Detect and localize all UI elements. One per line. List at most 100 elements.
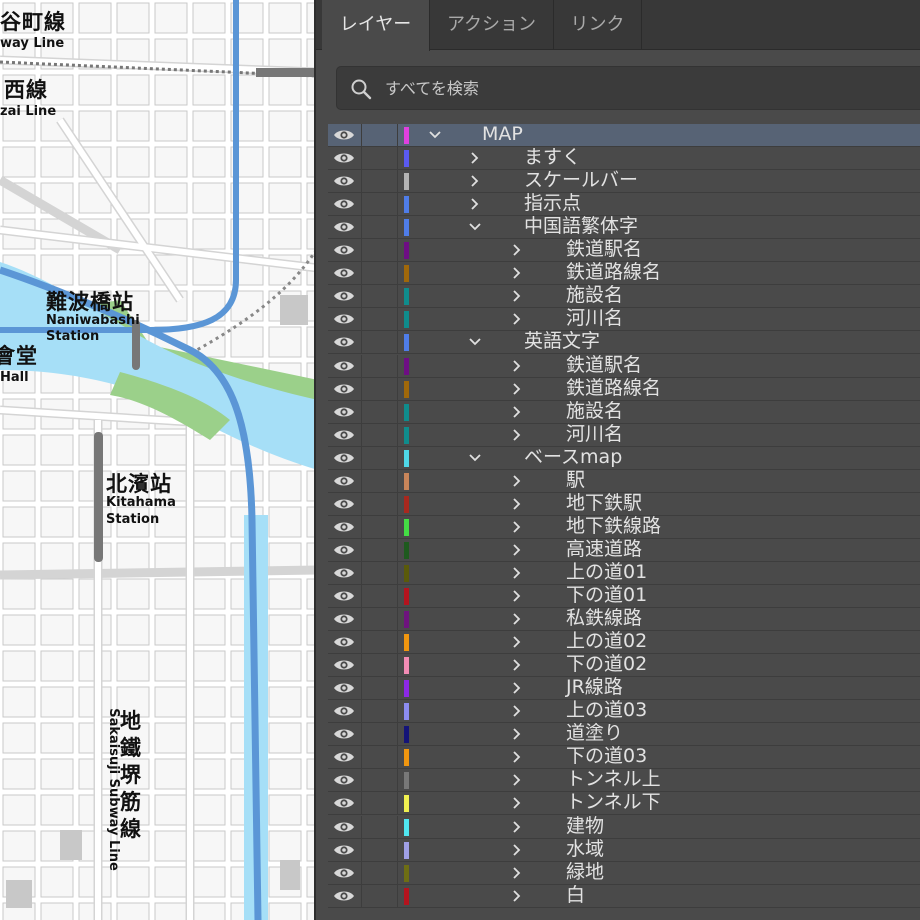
layer-row[interactable]: ますく [328,146,920,171]
lock-toggle[interactable] [362,400,398,423]
visibility-toggle[interactable] [328,654,362,677]
chevron-right-icon[interactable] [468,151,482,165]
layer-row[interactable]: 河川名 [328,423,920,447]
chevron-down-icon[interactable] [468,335,482,349]
lock-toggle[interactable] [362,769,398,792]
chevron-right-icon[interactable] [510,474,524,488]
chevron-down-icon[interactable] [468,220,482,234]
tab-actions[interactable]: アクション [430,0,554,50]
lock-toggle[interactable] [362,654,398,677]
layer-row[interactable]: 鉄道駅名 [328,238,920,263]
lock-toggle[interactable] [362,423,398,446]
layer-row[interactable]: 緑地 [328,861,920,885]
visibility-toggle[interactable] [328,838,362,861]
visibility-toggle[interactable] [328,331,362,354]
visibility-toggle[interactable] [328,354,362,377]
visibility-toggle[interactable] [328,308,362,331]
chevron-right-icon[interactable] [510,727,524,741]
layer-row[interactable]: 地下鉄駅 [328,492,920,516]
visibility-toggle[interactable] [328,769,362,792]
layer-row[interactable]: ベースmap [328,446,920,470]
lock-toggle[interactable] [362,792,398,815]
visibility-toggle[interactable] [328,723,362,746]
layer-row[interactable]: 上の道03 [328,699,920,724]
lock-toggle[interactable] [362,193,398,216]
visibility-toggle[interactable] [328,677,362,700]
chevron-right-icon[interactable] [510,750,524,764]
chevron-right-icon[interactable] [510,243,524,257]
visibility-toggle[interactable] [328,423,362,446]
chevron-right-icon[interactable] [510,289,524,303]
visibility-toggle[interactable] [328,815,362,838]
chevron-right-icon[interactable] [510,704,524,718]
lock-toggle[interactable] [362,515,398,538]
layer-row[interactable]: 河川名 [328,307,920,332]
layer-row[interactable]: 鉄道駅名 [328,354,920,378]
layer-row[interactable]: 下の道03 [328,745,920,770]
lock-toggle[interactable] [362,262,398,285]
lock-toggle[interactable] [362,608,398,631]
lock-toggle[interactable] [362,492,398,515]
layer-row[interactable]: 地下鉄線路 [328,515,920,539]
chevron-right-icon[interactable] [510,889,524,903]
visibility-toggle[interactable] [328,124,362,146]
visibility-toggle[interactable] [328,561,362,584]
layer-row[interactable]: 下の道02 [328,653,920,678]
layer-row[interactable]: JR線路 [328,676,920,701]
chevron-right-icon[interactable] [510,866,524,880]
visibility-toggle[interactable] [328,492,362,515]
lock-toggle[interactable] [362,124,398,146]
chevron-right-icon[interactable] [510,658,524,672]
visibility-toggle[interactable] [328,193,362,216]
layer-row[interactable]: 私鉄線路 [328,607,920,632]
layer-row[interactable]: 駅 [328,469,920,493]
lock-toggle[interactable] [362,838,398,861]
chevron-right-icon[interactable] [510,589,524,603]
chevron-right-icon[interactable] [510,635,524,649]
tab-layers[interactable]: レイヤー [322,0,430,51]
chevron-right-icon[interactable] [510,820,524,834]
lock-toggle[interactable] [362,746,398,769]
lock-toggle[interactable] [362,308,398,331]
lock-toggle[interactable] [362,723,398,746]
visibility-toggle[interactable] [328,585,362,607]
layer-row[interactable]: 英語文字 [328,330,920,355]
layer-row[interactable]: 建物 [328,815,920,839]
visibility-toggle[interactable] [328,216,362,239]
chevron-right-icon[interactable] [510,773,524,787]
layer-row[interactable]: 施設名 [328,400,920,424]
lock-toggle[interactable] [362,884,398,907]
layer-row[interactable]: 水域 [328,838,920,862]
chevron-right-icon[interactable] [510,312,524,326]
visibility-toggle[interactable] [328,631,362,654]
visibility-toggle[interactable] [328,884,362,907]
chevron-right-icon[interactable] [510,543,524,557]
layer-row[interactable]: 中国語繁体字 [328,215,920,240]
chevron-right-icon[interactable] [510,382,524,396]
chevron-right-icon[interactable] [510,497,524,511]
lock-toggle[interactable] [362,815,398,838]
layer-row[interactable]: 鉄道路線名 [328,261,920,286]
map-canvas[interactable]: 谷町線 way Line 西線 zai Line 難波橋站 Naniwabash… [0,0,318,920]
lock-toggle[interactable] [362,170,398,193]
search-input[interactable] [385,73,905,103]
chevron-right-icon[interactable] [510,612,524,626]
chevron-right-icon[interactable] [510,843,524,857]
lock-toggle[interactable] [362,861,398,884]
layer-row[interactable]: 下の道01 [328,584,920,608]
layer-row[interactable]: 上の道01 [328,561,920,585]
chevron-right-icon[interactable] [510,520,524,534]
visibility-toggle[interactable] [328,515,362,538]
visibility-toggle[interactable] [328,400,362,423]
visibility-toggle[interactable] [328,239,362,262]
layer-row[interactable]: 上の道02 [328,630,920,655]
lock-toggle[interactable] [362,239,398,262]
layer-row[interactable]: MAP [328,123,920,147]
visibility-toggle[interactable] [328,285,362,308]
visibility-toggle[interactable] [328,861,362,884]
lock-toggle[interactable] [362,377,398,400]
layer-row[interactable]: トンネル上 [328,768,920,793]
chevron-right-icon[interactable] [468,197,482,211]
visibility-toggle[interactable] [328,469,362,492]
chevron-down-icon[interactable] [468,451,482,465]
